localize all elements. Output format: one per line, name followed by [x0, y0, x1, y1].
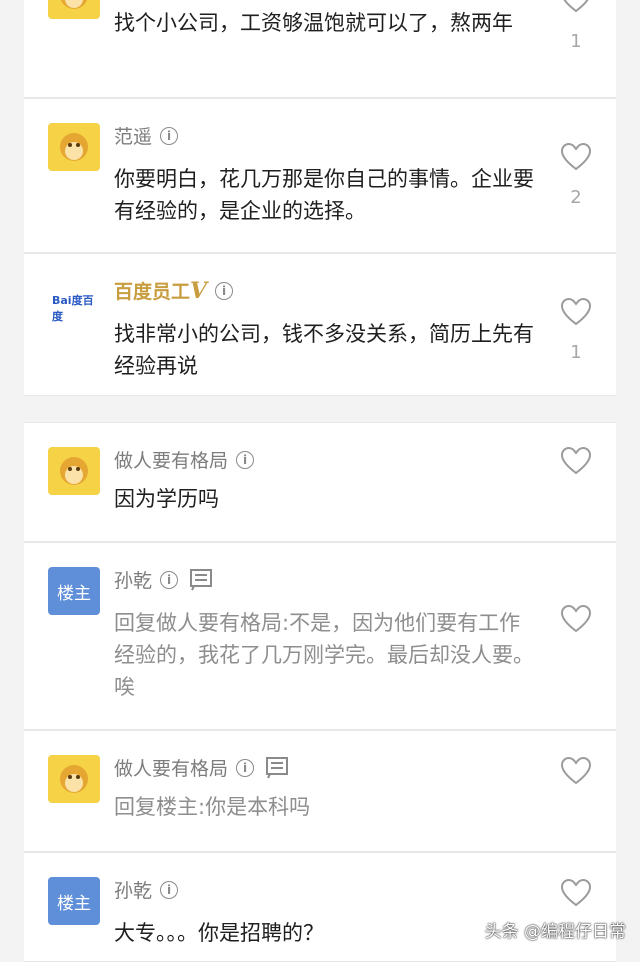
like-count: 2 [570, 187, 582, 208]
like-count: 1 [570, 31, 582, 52]
username[interactable]: 孙乾 i [114, 876, 179, 903]
comment-card: 做人要有格局 i 因为学历吗 [24, 422, 616, 542]
username-label: 孙乾 [114, 880, 153, 902]
like-count: 1 [570, 342, 582, 363]
comment-card: 范遥 i 你要明白，花几万那是你自己的事情。企业要有经验的，是企业的选择。 2 [24, 98, 616, 253]
info-icon[interactable]: i [236, 758, 255, 777]
heart-icon[interactable] [561, 143, 591, 171]
username-label: 百度员工 [114, 281, 191, 303]
username[interactable]: 做人要有格局 i [114, 754, 292, 781]
baidu-avatar[interactable]: Bai度百度 [48, 278, 100, 326]
username-label: 做人要有格局 [114, 450, 229, 472]
info-icon[interactable]: i [160, 126, 179, 145]
quote-text: 回复做人要有格局:不是，因为他们要有工作经验的，我花了几万刚学完。最后却没人要。… [114, 611, 534, 699]
username-label: 孙乾 [114, 570, 153, 592]
username[interactable]: 范遥 i [114, 122, 179, 149]
heart-icon[interactable] [561, 447, 591, 475]
comment-text: 你要明白，花几万那是你自己的事情。企业要有经验的，是企业的选择。 [114, 167, 534, 223]
username-label: 做人要有格局 [114, 758, 229, 780]
heart-icon[interactable] [561, 879, 591, 907]
comment-text: 因为学历吗 [114, 487, 219, 511]
comment-text: 回复做人要有格局:不是，因为他们要有工作经验的，我花了几万刚学完。最后却没人要。… [114, 607, 534, 703]
owner-avatar[interactable]: 楼主 [48, 567, 100, 615]
heart-icon[interactable] [561, 298, 591, 326]
watermark: 头条 @编程仔日常 [484, 922, 626, 942]
info-icon[interactable]: i [236, 450, 255, 469]
comment-text: 找非常小的公司，钱不多没关系，简历上先有经验再说 [114, 322, 534, 378]
username-label: 范遥 [114, 126, 153, 148]
username[interactable]: 孙乾 i [114, 566, 216, 593]
monkey-avatar[interactable] [48, 755, 100, 803]
monkey-avatar[interactable] [48, 0, 100, 19]
comment-card: Bai度百度 百度员工 V i 找非常小的公司，钱不多没关系，简历上先有经验再说… [24, 253, 616, 396]
comment-text: 找个小公司，工资够温饱就可以了，熬两年 [114, 11, 513, 35]
baidu-logo: Bai度百度 [52, 294, 94, 323]
monkey-avatar[interactable] [48, 123, 100, 171]
comment-card: 楼主 孙乾 i 回复做人要有格局:不是，因为他们要有工作经验的，我花了几万刚学完… [24, 542, 616, 730]
comment-card: 做人要有格局 i 回复楼主:你是本科吗 [24, 730, 616, 852]
info-icon[interactable]: i [160, 570, 179, 589]
owner-avatar[interactable]: 楼主 [48, 877, 100, 925]
username[interactable]: 做人要有格局 i [114, 446, 255, 473]
monkey-avatar[interactable] [48, 447, 100, 495]
username[interactable]: 百度员工 V i [114, 277, 234, 304]
reply-icon[interactable] [190, 568, 216, 591]
heart-icon[interactable] [561, 0, 591, 13]
comment-card: 楼主 孙乾 i 大专。。。你是招聘的？ [24, 852, 616, 962]
comment-text: 回复楼主:你是本科吗 [114, 795, 311, 819]
info-icon[interactable]: i [215, 281, 234, 300]
heart-icon[interactable] [561, 605, 591, 633]
comment-text: 大专。。。你是招聘的？ [114, 921, 324, 945]
info-icon[interactable]: i [160, 880, 179, 899]
verified-badge: V [190, 277, 208, 304]
reply-icon[interactable] [266, 756, 292, 779]
heart-icon[interactable] [561, 757, 591, 785]
comment-card: 找个小公司，工资够温饱就可以了，熬两年 1 [24, 0, 616, 98]
